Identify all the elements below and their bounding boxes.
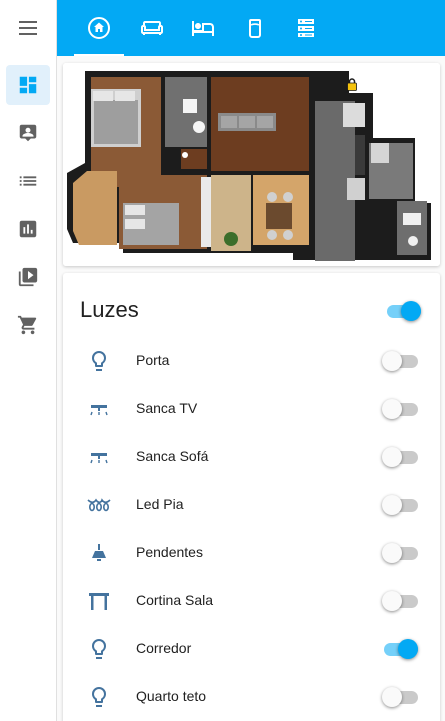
entity-toggle[interactable] (382, 543, 418, 563)
entity-toggle[interactable] (382, 495, 418, 515)
tab-indicator (74, 54, 124, 56)
server-icon (298, 19, 314, 37)
menu-button[interactable] (6, 8, 50, 48)
master-toggle[interactable] (385, 301, 421, 321)
lock-icon[interactable] (347, 78, 357, 91)
sidebar-item-history[interactable] (6, 209, 50, 249)
tab-server[interactable] (281, 0, 331, 56)
entity-toggle[interactable] (382, 399, 418, 419)
sofa-icon (141, 21, 163, 35)
entity-row-sanca-sofa: Sanca Sofá (63, 433, 440, 481)
sidebar-item-media[interactable] (6, 257, 50, 297)
top-app-bar (57, 0, 445, 56)
cart-icon (17, 315, 37, 335)
sidebar (0, 0, 57, 721)
entity-label: Quarto teto (136, 688, 207, 704)
string-lights-icon[interactable] (87, 493, 111, 517)
entity-row-cortina-sala: Cortina Sala (63, 577, 440, 625)
tab-living-room[interactable] (127, 0, 177, 56)
sidebar-item-overview[interactable] (6, 65, 50, 105)
ceiling-light-icon[interactable] (87, 397, 111, 421)
entity-toggle[interactable] (382, 591, 418, 611)
list-icon (19, 176, 37, 186)
entity-label: Porta (136, 352, 170, 368)
entity-label: Cortina Sala (136, 592, 214, 608)
lights-card: Luzes Porta Sanca TV Sanca Sofá Led Pia … (63, 273, 440, 721)
pendant-light-icon[interactable] (87, 541, 111, 565)
entity-row-sanca-tv: Sanca TV (63, 385, 440, 433)
cylinder-icon (249, 19, 261, 38)
entity-toggle[interactable] (382, 639, 418, 659)
tab-bedroom[interactable] (178, 0, 228, 56)
ceiling-light-icon[interactable] (87, 445, 111, 469)
entity-row-pendentes: Pendentes (63, 529, 440, 577)
sidebar-item-profile[interactable] (6, 113, 50, 153)
entity-row-corredor: Corredor (63, 625, 440, 673)
dashboard-icon (19, 76, 37, 94)
menu-icon (19, 21, 37, 35)
tab-home[interactable] (74, 0, 124, 56)
home-icon (88, 17, 110, 39)
curtain-icon[interactable] (87, 589, 111, 613)
account-box-icon (19, 124, 37, 142)
entity-label: Sanca Sofá (136, 448, 209, 464)
chart-icon (19, 220, 37, 238)
bulb-icon[interactable] (87, 349, 111, 373)
entity-row-led-pia: Led Pia (63, 481, 440, 529)
entity-toggle[interactable] (382, 687, 418, 707)
entity-label: Pendentes (136, 544, 203, 560)
sidebar-item-shopping[interactable] (6, 305, 50, 345)
entity-toggle[interactable] (382, 351, 418, 371)
floorplan-image[interactable] (63, 63, 440, 266)
tab-cylinder[interactable] (230, 0, 280, 56)
entity-label: Sanca TV (136, 400, 198, 416)
bulb-icon[interactable] (87, 685, 111, 709)
sidebar-item-logbook[interactable] (6, 161, 50, 201)
media-icon (18, 267, 38, 287)
entity-label: Led Pia (136, 496, 184, 512)
card-title: Luzes (80, 297, 139, 322)
entity-label: Corredor (136, 640, 192, 656)
floorplan-card (63, 63, 440, 266)
entity-toggle[interactable] (382, 447, 418, 467)
bulb-icon[interactable] (87, 637, 111, 661)
entity-row-quarto-teto: Quarto teto (63, 673, 440, 721)
bed-icon (192, 21, 214, 36)
entity-row-porta: Porta (63, 337, 440, 385)
